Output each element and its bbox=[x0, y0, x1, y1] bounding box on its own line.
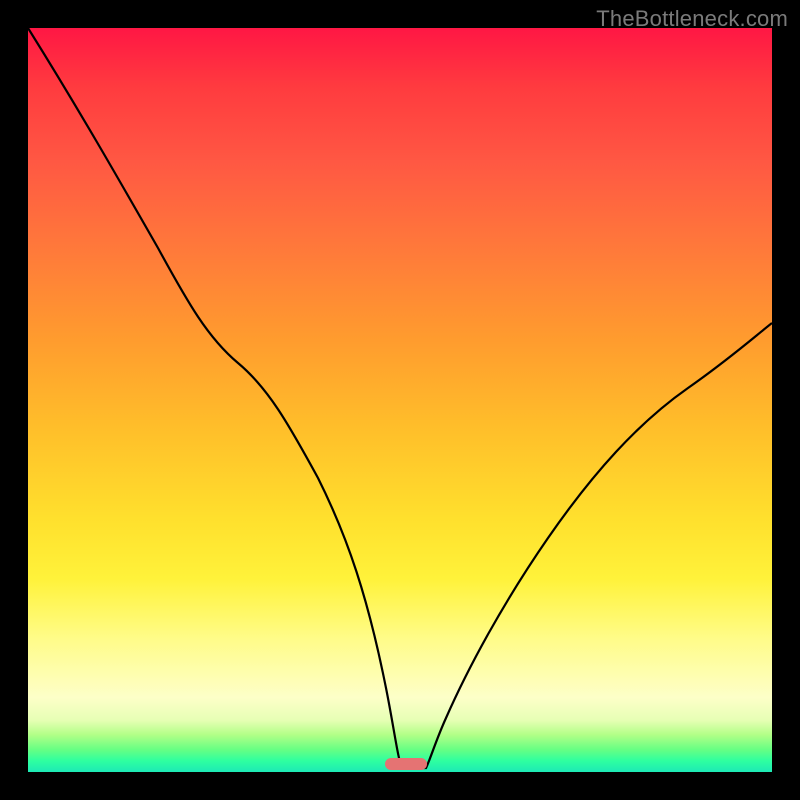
watermark-text: TheBottleneck.com bbox=[596, 6, 788, 32]
chart-frame: TheBottleneck.com bbox=[0, 0, 800, 800]
curve-path bbox=[28, 28, 772, 768]
optimal-marker bbox=[385, 758, 427, 770]
bottleneck-curve bbox=[28, 28, 772, 772]
plot-area bbox=[28, 28, 772, 772]
